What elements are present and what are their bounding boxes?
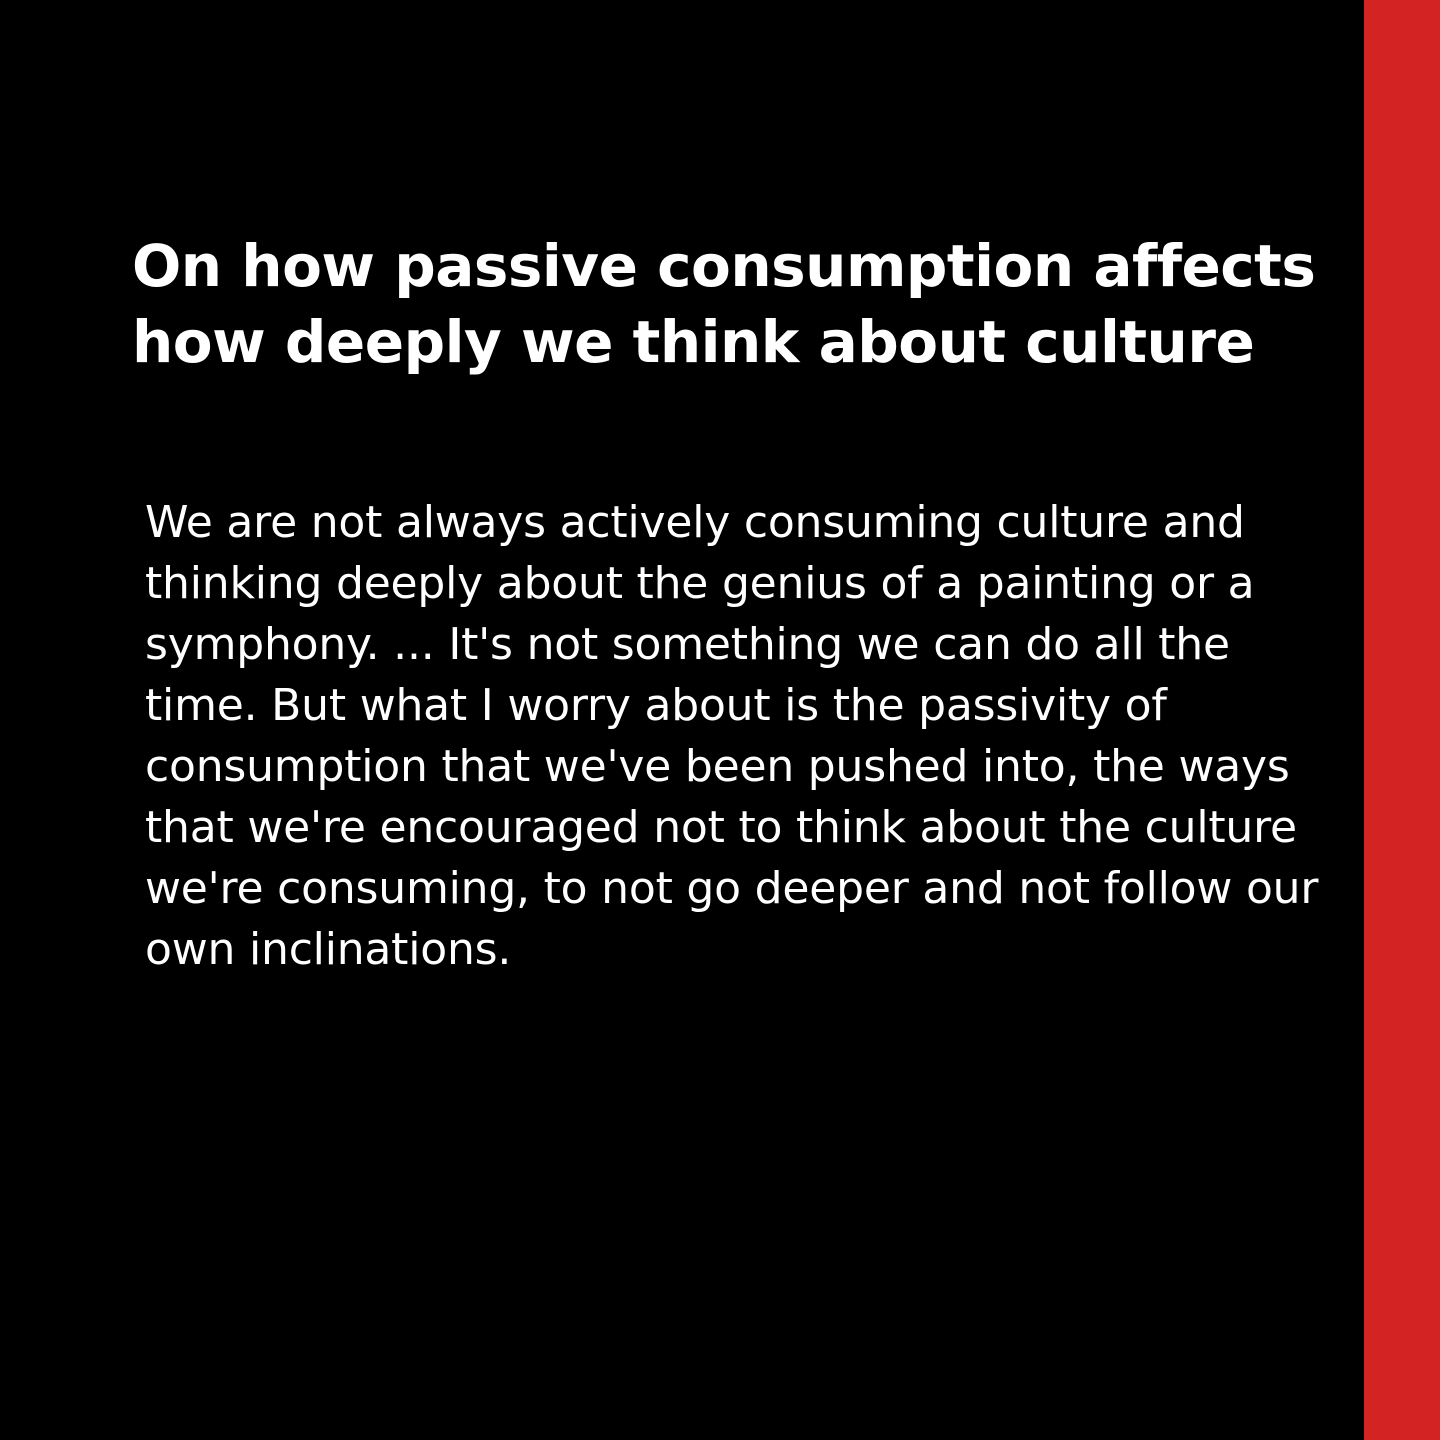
quote-card: On how passive consumption affects how d… xyxy=(0,0,1440,1440)
quote-text: We are not always actively consuming cul… xyxy=(145,497,1319,975)
red-accent-bar xyxy=(1364,0,1440,1440)
headline: On how passive consumption affects how d… xyxy=(132,232,1316,376)
